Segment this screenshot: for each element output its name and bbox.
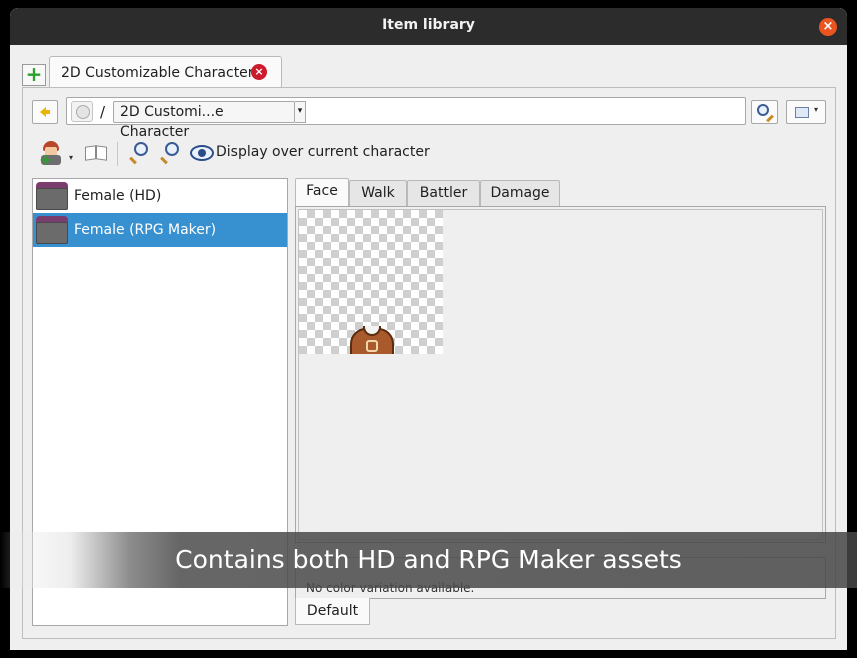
face-sprite-image [348,324,396,354]
chevron-down-icon: ▾ [814,105,819,114]
eye-icon[interactable] [190,145,214,161]
tab-label: 2D Customizable Character [61,65,254,81]
tab-close-icon[interactable]: × [251,64,267,80]
home-icon[interactable] [71,101,93,122]
zoom-in-handle [129,156,137,165]
path-separator: / [100,103,106,121]
zoom-in-icon[interactable] [127,142,151,166]
folder-icon [36,182,68,210]
tab-battler[interactable]: Battler [407,180,480,207]
zoom-out-lens [165,142,179,156]
list-item-label: Female (HD) [74,188,162,204]
arrow-left-icon [40,107,50,117]
tab-face[interactable]: Face [295,178,349,208]
search-button[interactable] [751,100,778,124]
list-item-female-rpg-maker[interactable]: Female (RPG Maker) [33,213,287,247]
display-over-character-toggle[interactable]: Display over current character [216,144,430,160]
preview-grid [298,209,823,540]
tab-damage[interactable]: Damage [480,180,560,207]
zoom-out-handle [160,156,168,165]
window-close-button[interactable]: × [819,18,837,36]
path-bar[interactable]: / 2D Customi...e Character ▾ [66,97,746,140]
magnifier-handle [766,114,774,123]
folder-icon [36,216,68,244]
preview-area [295,206,826,543]
breadcrumb-2d-customizable-character[interactable]: 2D Customi...e Character [113,101,295,140]
book-page-left [85,145,96,161]
window-title: Item library [382,17,475,33]
toolbar-separator [117,142,118,166]
caption-overlay: Contains both HD and RPG Maker assets [0,532,857,588]
list-item-label: Female (RPG Maker) [74,222,217,238]
tab-walk[interactable]: Walk [349,180,407,207]
view-mode-icon [795,107,809,118]
book-page-right [96,145,107,161]
zoom-in-lens [134,142,148,156]
tab-default-variation[interactable]: Default [295,598,370,625]
add-character-icon[interactable]: + [39,141,65,169]
view-mode-button[interactable]: ▾ [786,100,826,124]
plus-icon: + [39,150,53,169]
zoom-out-icon[interactable] [158,142,182,166]
list-item-female-hd[interactable]: Female (HD) [33,179,287,213]
add-tab-button[interactable]: + [22,64,46,86]
magnifier-icon [757,104,769,116]
breadcrumb-dropdown-button[interactable]: ▾ [295,101,306,123]
book-icon[interactable] [84,143,108,163]
caption-text: Contains both HD and RPG Maker assets [175,545,682,574]
face-sprite-cell[interactable] [299,210,443,354]
chevron-down-icon[interactable]: ▾ [69,153,73,162]
tab-2d-customizable-character[interactable]: 2D Customizable Character × [49,56,282,88]
back-button[interactable] [32,100,58,124]
title-bar: Item library × [10,8,847,45]
